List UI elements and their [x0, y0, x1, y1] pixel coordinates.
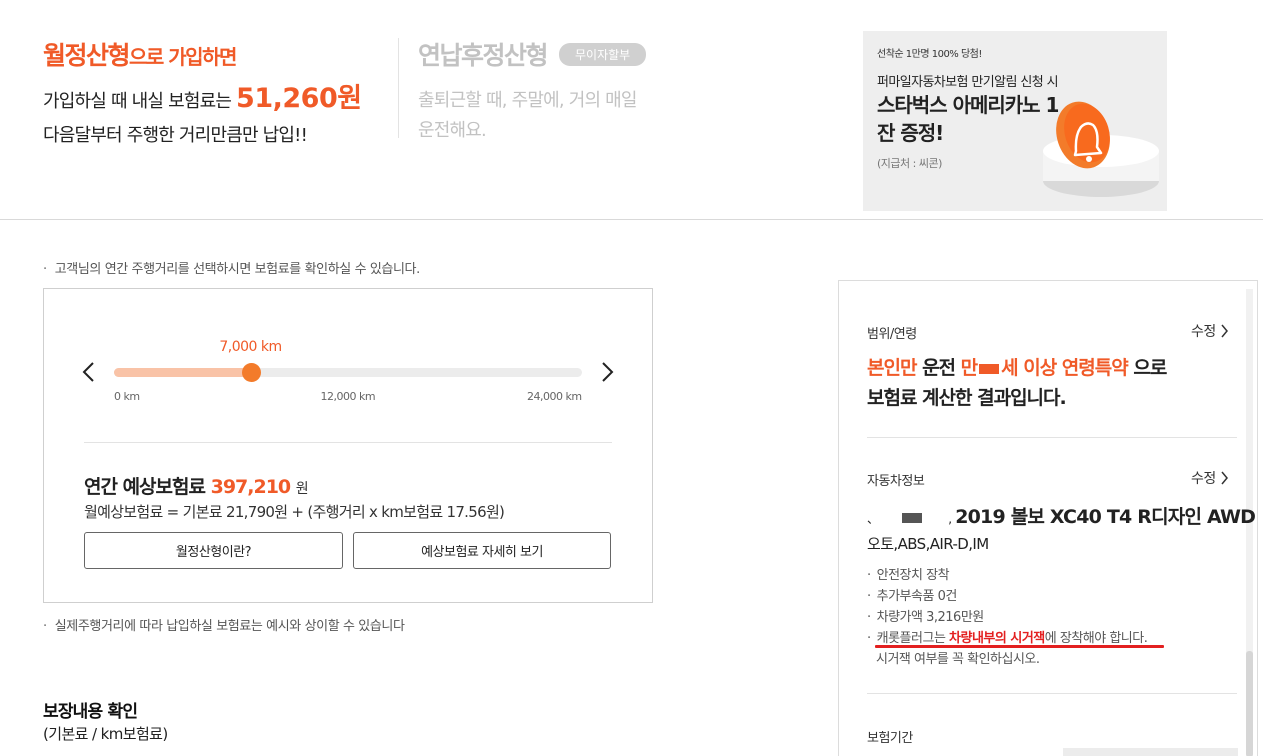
mileage-intro-note: · 고객님의 연간 주행거리를 선택하시면 보험료를 확인하실 수 있습니다. [43, 262, 420, 277]
list-item: · 안전장치 장착 [867, 568, 950, 583]
monthly-plan-first-premium: 가입하실 때 내실 보험료는 51,260원 [43, 83, 362, 114]
annual-plan-desc: 출퇴근할 때, 주말에, 거의 매일 운전해요. [418, 90, 637, 141]
tick-label-mid: 12,000 km [320, 390, 376, 403]
panel-divider [867, 693, 1237, 694]
masked-age [979, 363, 1000, 374]
annual-premium: 연간 예상보험료 397,210 원 [84, 476, 309, 498]
what-is-monthly-plan-button[interactable]: 월정산형이란? [84, 532, 343, 569]
bell-icon [1043, 101, 1159, 197]
chevron-right-icon[interactable] [594, 360, 618, 384]
mileage-slider-fill [114, 368, 251, 377]
banner-tagline: 선착순 1만명 100% 당첨! [877, 49, 982, 60]
coverage-subtitle: (기본료 / km보험료) [43, 725, 168, 743]
summary-panel: 범위/연령 수정 본인만 운전 만세 이상 연령특약 으로 보험료 계산한 결과입… [838, 280, 1258, 756]
masked-plate [902, 512, 923, 523]
insurance-period-select[interactable] [1063, 748, 1238, 756]
mileage-bottom-note: · 실제주행거리에 따라 납입하실 보험료는 예시와 상이할 수 있습니다 [43, 619, 405, 634]
warning-underline [875, 645, 1164, 648]
mileage-calculator: 7,000 km 0 km 12,000 km 24,000 km 연간 예상보… [43, 288, 653, 603]
selected-mileage-label: 7,000 km [219, 339, 282, 355]
plug-warning-note: 시거잭 여부를 꼭 확인하십시오. [876, 652, 1040, 667]
coverage-title: 보장내용 확인 [43, 702, 138, 722]
monthly-plan[interactable]: 월정산형으로 가입하면 가입하실 때 내실 보험료는 51,260원 다음달부터… [43, 36, 362, 147]
premium-detail-button[interactable]: 예상보험료 자세히 보기 [353, 532, 611, 569]
vehicle-edit-button[interactable]: 수정 [1191, 468, 1229, 488]
first-premium-amount: 51,260원 [236, 83, 362, 114]
annual-plan[interactable]: 연납후정산형 무이자할부 출퇴근할 때, 주말에, 거의 매일 운전해요. [418, 36, 647, 146]
premium-formula: 월예상보험료 = 기본료 21,790원 + (주행거리 x km보험료 17.… [84, 503, 505, 521]
scope-edit-button[interactable]: 수정 [1191, 321, 1229, 341]
scope-summary-headline: 본인만 운전 만세 이상 연령특약 으로 보험료 계산한 결과입니다. [867, 357, 1167, 409]
vehicle-detail-list: · 안전장치 장착 · 추가부속품 0건 · 차량가액 3,216만원 · 캐롯플러그는… [867, 565, 1148, 670]
panel-divider [867, 437, 1237, 438]
annual-premium-amount: 397,210 [210, 476, 292, 498]
tick-label-max: 24,000 km [527, 390, 582, 403]
chevron-left-icon[interactable] [78, 360, 102, 384]
mileage-slider-thumb[interactable] [241, 363, 261, 382]
promo-header: 월정산형으로 가입하면 가입하실 때 내실 보험료는 51,260원 다음달부터… [0, 0, 1263, 220]
annual-plan-title: 연납후정산형 [418, 41, 549, 70]
banner-note: (지급처 : 씨콘) [877, 157, 942, 170]
vehicle-name: 、, 2019 볼보 XC40 T4 R디자인 AWD [867, 506, 1256, 528]
monthly-plan-desc: 다음달부터 주행한 거리만큼만 납입!! [43, 125, 308, 146]
installment-badge: 무이자할부 [559, 42, 647, 66]
list-item: · 추가부속품 0건 [867, 589, 957, 604]
banner-headline: 퍼마일자동차보험 만기알림 신청 시 [877, 75, 1059, 90]
insurance-period-label: 보험기간 [867, 731, 913, 746]
mileage-slider[interactable] [114, 363, 582, 382]
plan-divider [398, 38, 399, 138]
vehicle-info-label: 자동차정보 [867, 474, 925, 489]
vehicle-options: 오토,ABS,AIR-D,IM [867, 535, 989, 553]
promo-banner[interactable]: 선착순 1만명 100% 당첨! 퍼마일자동차보험 만기알림 신청 시 스타벅스… [863, 31, 1167, 211]
list-item: · 차량가액 3,216만원 [867, 610, 984, 625]
card-divider [84, 442, 612, 443]
chevron-right-icon [1221, 324, 1228, 338]
chevron-right-icon [1221, 471, 1228, 485]
tick-label-min: 0 km [114, 390, 140, 403]
panel-scrollbar-thumb[interactable] [1246, 651, 1253, 756]
scope-age-label: 범위/연령 [867, 327, 917, 342]
monthly-plan-title: 월정산형으로 가입하면 [43, 41, 237, 70]
